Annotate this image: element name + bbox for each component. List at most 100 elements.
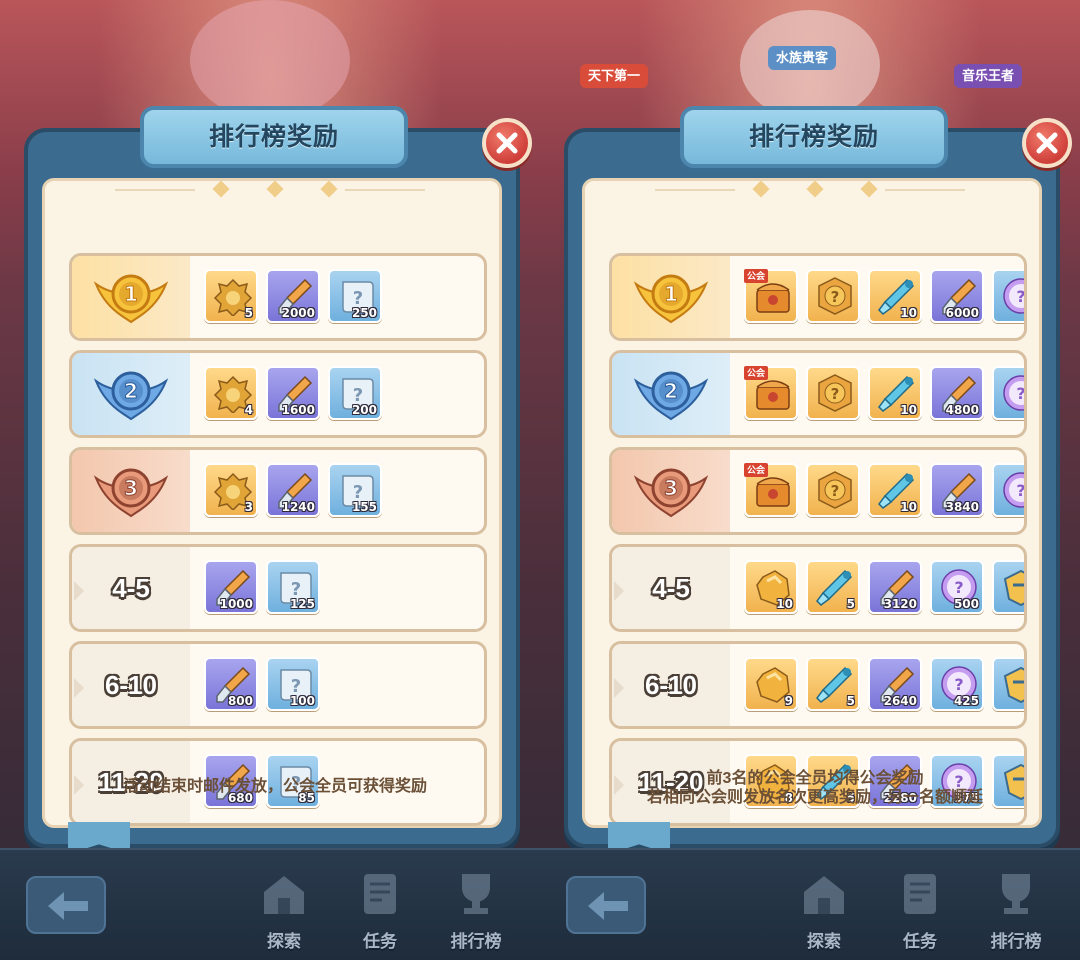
item-quantity: 3: [244, 500, 253, 514]
title-banner: 排行榜奖励: [140, 106, 408, 168]
right-screen: 天下第一 水族贵客 音乐王者 排行榜奖励 11 公会? 10 6000? 22 公会? 10…: [540, 0, 1080, 960]
reward-item[interactable]: 6000: [930, 269, 984, 323]
nav-task[interactable]: 任务: [340, 870, 420, 951]
reward-item[interactable]: 公会: [744, 463, 798, 517]
item-quantity: 10: [900, 306, 917, 320]
item-quantity: 5: [244, 306, 253, 320]
bottom-nav: 探索 任务 排行榜: [540, 848, 1080, 960]
reward-row: 6-10 800 ? 100: [69, 641, 487, 729]
nav-explore[interactable]: 探索: [784, 870, 864, 951]
reward-item[interactable]: 3120: [868, 560, 922, 614]
reward-item[interactable]: ?: [806, 269, 860, 323]
rank-cell: 4-5: [612, 547, 730, 629]
rank-cell: 33: [72, 450, 190, 532]
reward-item[interactable]: 4800: [930, 366, 984, 420]
close-button[interactable]: [1022, 118, 1072, 168]
reward-item[interactable]: ? 125: [266, 560, 320, 614]
title-badge: 水族贵客: [768, 46, 837, 70]
reward-item[interactable]: ?: [992, 269, 1024, 323]
close-icon: [1036, 132, 1058, 154]
reward-item[interactable]: 1600: [266, 366, 320, 420]
reward-item[interactable]: 公会: [744, 366, 798, 420]
reward-item[interactable]: 公会: [744, 269, 798, 323]
reward-item[interactable]: ? 200: [328, 366, 382, 420]
bottom-nav: 探索 任务 排行榜: [0, 848, 540, 960]
reward-item[interactable]: ?: [992, 366, 1024, 420]
svg-text:?: ?: [831, 288, 840, 306]
reward-row: 22 公会? 10 4800?: [609, 350, 1027, 438]
close-icon: [496, 132, 518, 154]
reward-row: 4-5 1000 ? 125: [69, 544, 487, 632]
divider: [885, 189, 965, 191]
reward-item[interactable]: 2000: [266, 269, 320, 323]
item-quantity: 1600: [281, 403, 315, 417]
star-icon: [860, 180, 878, 198]
reward-item[interactable]: [992, 560, 1024, 614]
nav-label: 探索: [807, 932, 841, 951]
reward-item[interactable]: 1000: [204, 560, 258, 614]
reward-list[interactable]: 11 公会? 10 6000? 22 公会? 10 4800? 33 公会? 10 3840? 4-5 1…: [609, 253, 1039, 827]
reward-item[interactable]: 3: [204, 463, 258, 517]
reward-item[interactable]: 10: [868, 269, 922, 323]
reward-item[interactable]: ?: [806, 366, 860, 420]
nav-label: 排行榜: [990, 932, 1042, 951]
reward-item[interactable]: 9: [744, 657, 798, 711]
explore-icon: [264, 876, 304, 914]
mystery-coin-icon: ?: [818, 374, 852, 412]
nav-leaderboard[interactable]: 排行榜: [436, 870, 516, 951]
close-button[interactable]: [482, 118, 532, 168]
back-arrow-icon: [48, 892, 88, 920]
reward-row: 6-10 9 5 2640? 425: [609, 641, 1027, 729]
reward-item[interactable]: 1240: [266, 463, 320, 517]
reward-row: 11 公会? 10 6000?: [609, 253, 1027, 341]
footer-note: 活动结束时邮件发放，公会全员可获得奖励: [57, 777, 493, 796]
reward-item[interactable]: 3840: [930, 463, 984, 517]
title-banner: 排行榜奖励: [680, 106, 948, 168]
reward-item[interactable]: 10: [868, 463, 922, 517]
item-quantity: 4: [244, 403, 253, 417]
reward-item[interactable]: ? 425: [930, 657, 984, 711]
reward-item[interactable]: 800: [204, 657, 258, 711]
task-icon: [364, 874, 396, 914]
item-quantity: 3840: [945, 500, 979, 514]
svg-text:?: ?: [954, 675, 963, 694]
reward-row: 11 5 2000 ?250: [69, 253, 487, 341]
reward-item[interactable]: [992, 657, 1024, 711]
reward-item[interactable]: 2640: [868, 657, 922, 711]
item-quantity: 200: [351, 403, 377, 417]
ranking-rewards-dialog: 排行榜奖励 11 公会? 10 6000? 22 公会? 10 4800? 33 公会? 10 384…: [564, 106, 1072, 854]
badge-icon: [1003, 569, 1024, 607]
reward-item[interactable]: ?: [806, 463, 860, 517]
star-icon: [266, 180, 284, 198]
item-quantity: 100: [289, 694, 315, 708]
reward-item[interactable]: 10: [744, 560, 798, 614]
nav-task[interactable]: 任务: [880, 870, 960, 951]
nav-explore[interactable]: 探索: [244, 870, 324, 951]
reward-item[interactable]: 5: [806, 657, 860, 711]
svg-text:?: ?: [1016, 481, 1025, 500]
reward-row: 4-5 10 5 3120? 500: [609, 544, 1027, 632]
mystery-coin-icon: ?: [818, 471, 852, 509]
rank-number: 3: [72, 450, 190, 532]
guild-tag: 公会: [744, 366, 769, 380]
reward-item[interactable]: ? 155: [328, 463, 382, 517]
nav-leaderboard[interactable]: 排行榜: [976, 870, 1056, 951]
reward-item[interactable]: ?: [992, 463, 1025, 517]
reward-item[interactable]: 5: [806, 560, 860, 614]
rank-cell: 11: [612, 256, 730, 338]
guild-tag: 公会: [744, 463, 769, 477]
divider: [345, 189, 425, 191]
reward-list[interactable]: 1152000?2502241600?2003331240?1554-51000…: [69, 253, 499, 827]
reward-item[interactable]: 5: [204, 269, 258, 323]
svg-text:?: ?: [831, 385, 840, 403]
item-quantity: 500: [953, 597, 979, 611]
rewards-content: 11 公会? 10 6000? 22 公会? 10 4800? 33 公会? 10 3840? 4-5 1…: [582, 178, 1042, 828]
reward-item[interactable]: 4: [204, 366, 258, 420]
reward-item[interactable]: ? 500: [930, 560, 984, 614]
back-button[interactable]: [26, 876, 106, 934]
back-button[interactable]: [566, 876, 646, 934]
reward-item[interactable]: 10: [868, 366, 922, 420]
nav-label: 排行榜: [450, 932, 502, 951]
reward-item[interactable]: ? 250: [328, 269, 382, 323]
reward-item[interactable]: ? 100: [266, 657, 320, 711]
